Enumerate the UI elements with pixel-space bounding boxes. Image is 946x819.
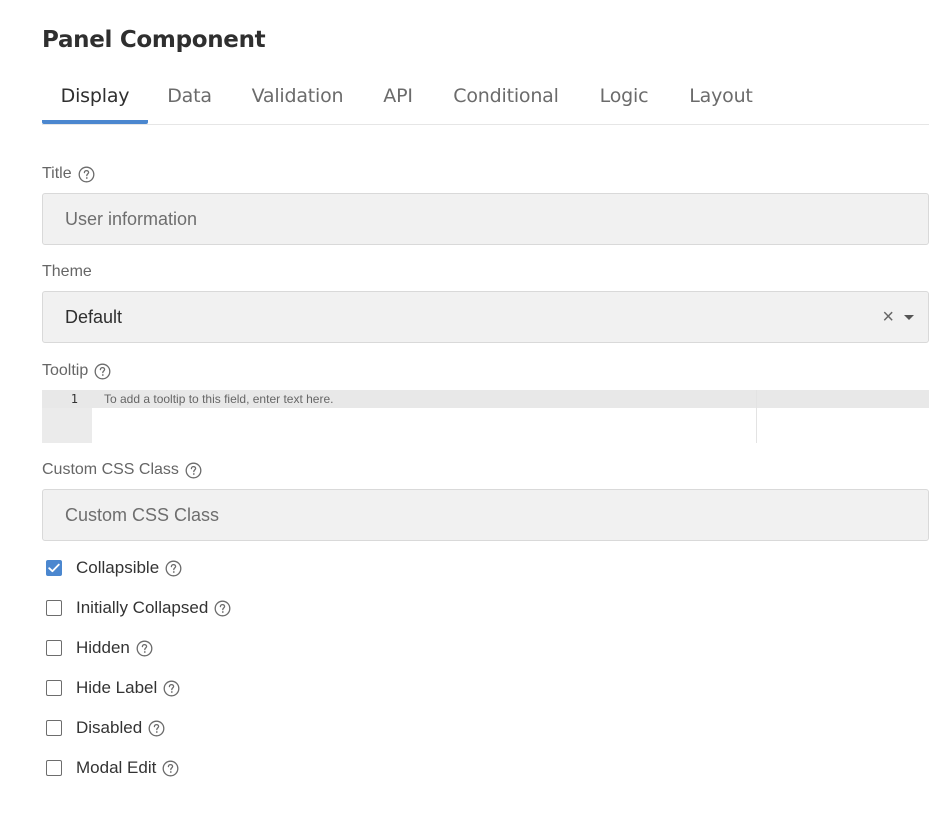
editor-line-number: 1	[70, 392, 78, 406]
disabled-checkbox-row[interactable]: Disabled	[46, 717, 165, 739]
custom-css-input-placeholder: Custom CSS Class	[65, 504, 220, 525]
custom-css-label-text: Custom CSS Class	[42, 461, 179, 478]
modal-edit-checkbox[interactable]	[46, 760, 62, 776]
initially-collapsed-checkbox[interactable]	[46, 600, 62, 616]
disabled-checkbox[interactable]	[46, 720, 62, 736]
custom-css-input[interactable]: Custom CSS Class	[42, 489, 929, 541]
hidden-label: Hidden	[76, 638, 130, 657]
tab-display[interactable]: Display	[42, 74, 148, 124]
theme-field-label: Theme	[42, 262, 92, 282]
tab-validation[interactable]: Validation	[242, 74, 353, 120]
question-circle-icon[interactable]	[185, 462, 202, 479]
tooltip-code-editor[interactable]: 1 To add a tooltip to this field, enter …	[42, 390, 929, 443]
initially-collapsed-checkbox-row[interactable]: Initially Collapsed	[46, 597, 231, 619]
question-circle-icon[interactable]	[162, 760, 179, 777]
question-circle-icon[interactable]	[214, 600, 231, 617]
close-icon[interactable]: ×	[882, 307, 894, 327]
tab-api[interactable]: API	[373, 74, 423, 120]
tab-conditional[interactable]: Conditional	[443, 74, 569, 120]
collapsible-checkbox[interactable]	[46, 560, 62, 576]
collapsible-checkbox-row[interactable]: Collapsible	[46, 557, 182, 579]
question-circle-icon[interactable]	[148, 720, 165, 737]
tooltip-label-text: Tooltip	[42, 362, 89, 379]
theme-select-value: Default	[65, 306, 123, 327]
tooltip-field-label: Tooltip	[42, 361, 111, 381]
theme-select[interactable]: Default ×	[42, 291, 929, 343]
modal-edit-label: Modal Edit	[76, 758, 157, 777]
question-circle-icon[interactable]	[94, 363, 111, 380]
select-controls: ×	[882, 292, 914, 342]
question-circle-icon[interactable]	[165, 560, 182, 577]
dialog-title: Panel Component	[42, 27, 266, 53]
initially-collapsed-label: Initially Collapsed	[76, 598, 209, 617]
modal-edit-checkbox-row[interactable]: Modal Edit	[46, 757, 179, 779]
title-field-label: Title	[42, 164, 95, 184]
panel-component-settings: Panel Component Display Data Validation …	[0, 0, 946, 819]
custom-css-field-label: Custom CSS Class	[42, 460, 202, 480]
hide-label-checkbox[interactable]	[46, 680, 62, 696]
title-label-text: Title	[42, 165, 72, 182]
question-circle-icon[interactable]	[136, 640, 153, 657]
editor-placeholder: To add a tooltip to this field, enter te…	[104, 392, 334, 406]
editor-print-margin	[756, 390, 757, 443]
tab-bar: Display Data Validation API Conditional …	[42, 74, 929, 125]
question-circle-icon[interactable]	[163, 680, 180, 697]
checkmark-icon	[48, 563, 60, 573]
disabled-label: Disabled	[76, 718, 143, 737]
collapsible-label: Collapsible	[76, 558, 160, 577]
theme-label-text: Theme	[42, 263, 92, 280]
hidden-checkbox-row[interactable]: Hidden	[46, 637, 153, 659]
title-input[interactable]: User information	[42, 193, 929, 245]
hide-label-checkbox-row[interactable]: Hide Label	[46, 677, 180, 699]
question-circle-icon[interactable]	[78, 166, 95, 183]
tab-layout[interactable]: Layout	[679, 74, 763, 120]
tab-logic[interactable]: Logic	[589, 74, 659, 120]
hide-label-label: Hide Label	[76, 678, 158, 697]
caret-down-icon[interactable]	[904, 314, 914, 320]
tab-data[interactable]: Data	[157, 74, 222, 120]
hidden-checkbox[interactable]	[46, 640, 62, 656]
title-input-placeholder: User information	[65, 208, 198, 229]
